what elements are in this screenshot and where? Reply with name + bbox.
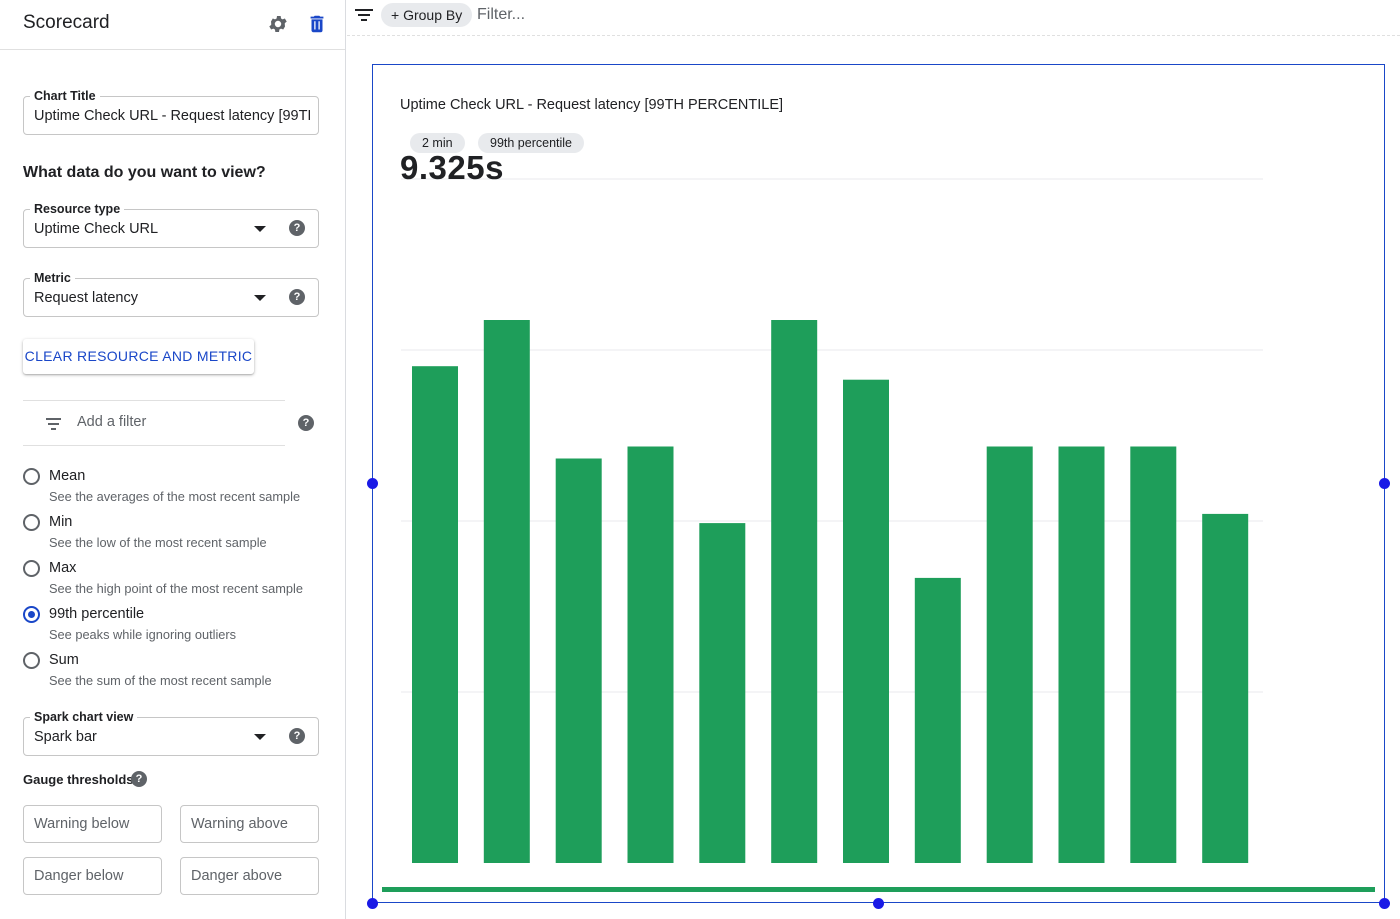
filter-icon	[46, 418, 61, 430]
radio-label: Mean	[49, 468, 86, 484]
resize-handle-right[interactable]	[1379, 478, 1390, 489]
radio-description: See peaks while ignoring outliers	[49, 627, 237, 642]
bar-7	[843, 379, 889, 863]
bar-3	[555, 458, 602, 863]
gauge-thresholds-label: Gauge thresholds	[23, 772, 134, 787]
spark-chart-label: Spark chart view	[30, 709, 138, 725]
resize-handle-left[interactable]	[367, 478, 378, 489]
data-question-heading: What data do you want to view?	[23, 164, 266, 181]
chart-title-field[interactable]: Chart Title Uptime Check URL - Request l…	[23, 88, 319, 135]
add-filter-label: Add a filter	[77, 414, 147, 430]
radio-description: See the averages of the most recent samp…	[49, 489, 301, 504]
chart-title-label: Chart Title	[30, 88, 100, 104]
radio-button[interactable]	[23, 560, 40, 577]
bar-2	[483, 320, 530, 863]
filter-toolbar: + Group By Filter...	[347, 0, 1400, 36]
radio-button[interactable]	[23, 514, 40, 531]
resource-type-select[interactable]: Resource type Uptime Check URL ?	[23, 201, 319, 248]
bar-4	[627, 446, 674, 863]
metric-label: Metric	[30, 270, 75, 286]
group-by-chip[interactable]: + Group By	[381, 3, 473, 27]
spark-bar-chart	[382, 178, 1375, 892]
radio-label: Min	[49, 514, 73, 530]
gear-icon[interactable]	[267, 13, 289, 35]
resize-handle-bottom-left[interactable]	[367, 898, 378, 909]
radio-description: See the sum of the most recent sample	[49, 673, 272, 688]
radio-button-selected[interactable]	[23, 606, 40, 623]
resource-type-value: Uptime Check URL	[34, 221, 159, 237]
warning-below-input[interactable]: Warning below	[23, 805, 162, 843]
filter-icon[interactable]	[355, 9, 373, 23]
scorecard-config-panel: Scorecard Chart Title Uptime Check URL -…	[0, 0, 346, 919]
scorecard-value: 9.325s	[400, 149, 504, 186]
metric-select[interactable]: Metric Request latency ?	[23, 270, 319, 317]
panel-header: Scorecard	[0, 0, 345, 50]
resize-handle-bottom-right[interactable]	[1379, 898, 1390, 909]
bar-8	[914, 577, 961, 863]
radio-label: Sum	[49, 652, 79, 668]
help-icon[interactable]: ?	[289, 289, 305, 305]
radio-label: 99th percentile	[49, 606, 145, 622]
radio-button[interactable]	[23, 652, 40, 669]
radio-label: Max	[49, 560, 77, 576]
resize-handle-bottom[interactable]	[873, 898, 884, 909]
scorecard-widget[interactable]: Uptime Check URL - Request latency [99TH…	[372, 64, 1385, 903]
bar-10	[1058, 446, 1105, 863]
resource-type-label: Resource type	[30, 201, 125, 217]
danger-below-input[interactable]: Danger below	[23, 857, 162, 895]
trash-icon[interactable]	[306, 13, 328, 35]
spark-chart-value: Spark bar	[34, 729, 97, 745]
radio-description: See the low of the most recent sample	[49, 535, 267, 550]
bar-5	[699, 523, 746, 863]
chevron-down-icon[interactable]	[254, 295, 266, 301]
bar-1	[412, 366, 458, 863]
add-filter-row[interactable]: Add a filter	[23, 400, 285, 446]
bar-11	[1130, 446, 1177, 863]
spark-chart-select[interactable]: Spark chart view Spark bar ?	[23, 709, 319, 756]
help-icon[interactable]: ?	[289, 728, 305, 744]
widget-title: Uptime Check URL - Request latency [99TH…	[400, 97, 784, 113]
danger-above-input[interactable]: Danger above	[180, 857, 319, 895]
chevron-down-icon[interactable]	[254, 226, 266, 232]
panel-title: Scorecard	[23, 12, 110, 33]
bar-9	[986, 446, 1033, 863]
help-icon[interactable]: ?	[289, 220, 305, 236]
radio-description: See the high point of the most recent sa…	[49, 581, 303, 596]
clear-resource-metric-button[interactable]: CLEAR RESOURCE AND METRIC	[23, 339, 254, 374]
scorecard-baseline-bar	[382, 887, 1375, 892]
radio-button[interactable]	[23, 468, 40, 485]
warning-above-input[interactable]: Warning above	[180, 805, 319, 843]
chart-title-input[interactable]: Uptime Check URL - Request latency [99TH…	[34, 107, 310, 125]
chevron-down-icon[interactable]	[254, 734, 266, 740]
help-icon[interactable]: ?	[131, 771, 147, 787]
filter-input[interactable]: Filter...	[477, 6, 525, 24]
metric-value: Request latency	[34, 290, 138, 306]
bar-12	[1202, 513, 1249, 863]
app-root: Scorecard Chart Title Uptime Check URL -…	[0, 0, 1400, 919]
help-icon[interactable]: ?	[298, 415, 314, 431]
bar-6	[771, 320, 818, 863]
